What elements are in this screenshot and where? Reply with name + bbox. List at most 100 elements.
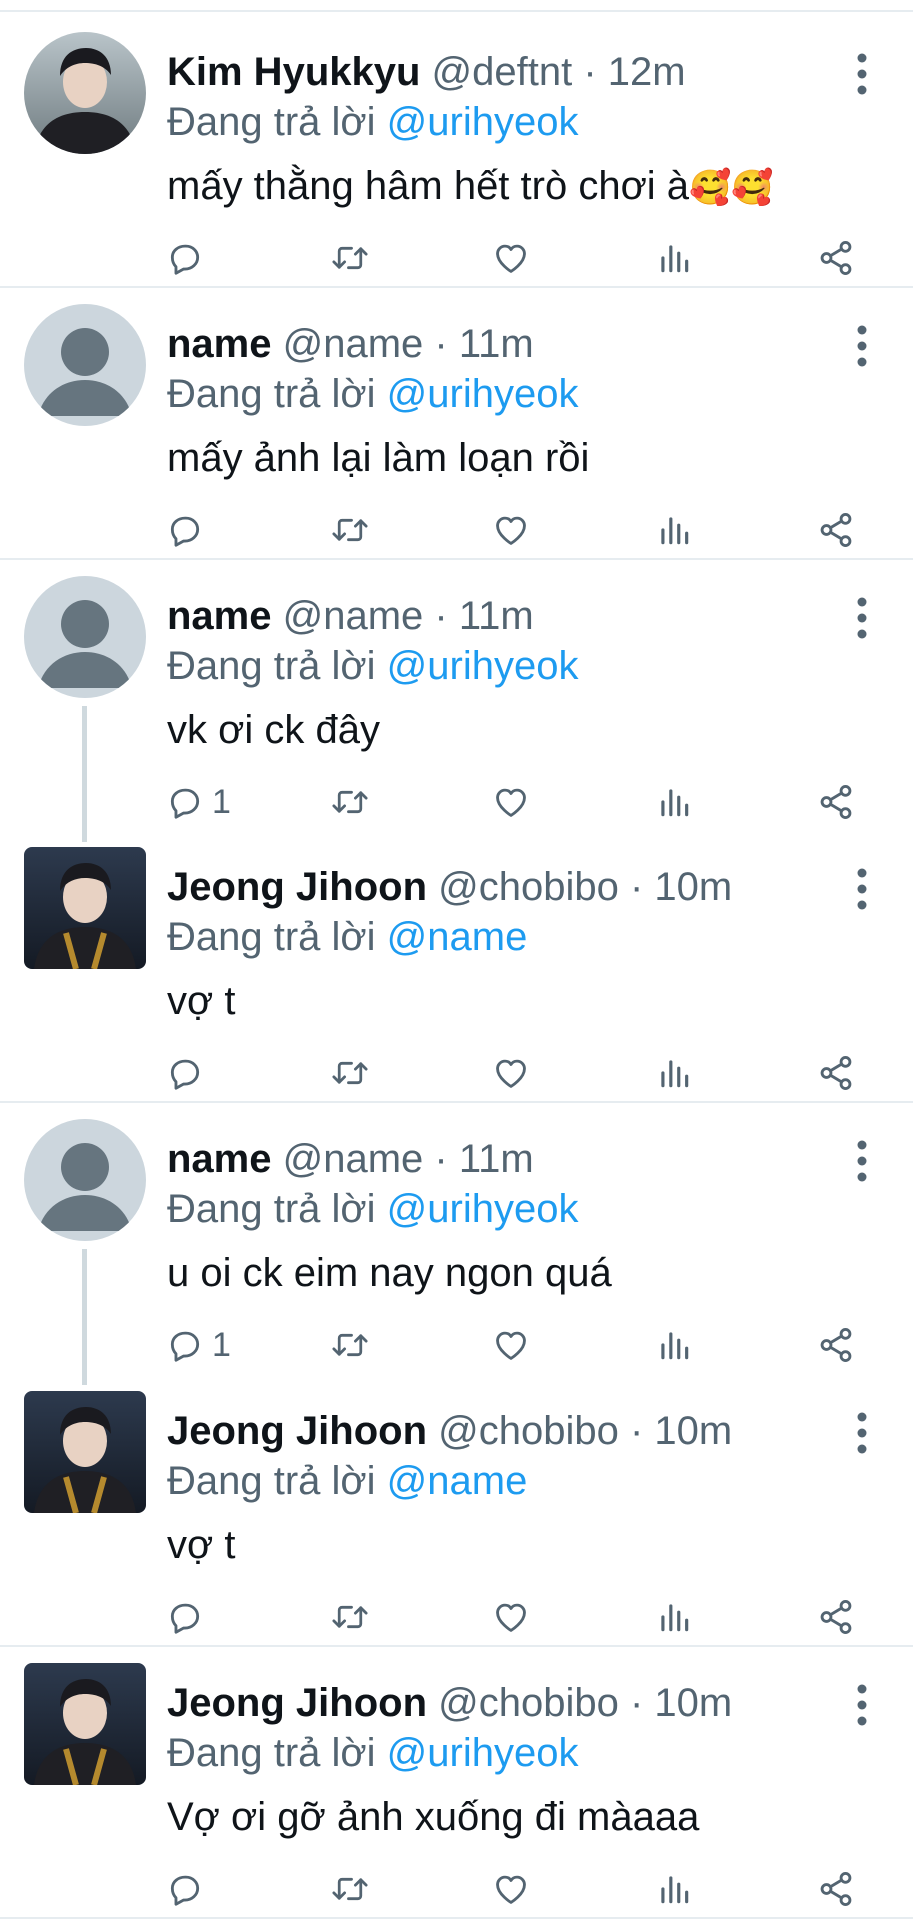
reply-button[interactable]: 1	[166, 1323, 231, 1367]
like-button[interactable]	[492, 1051, 530, 1095]
like-button[interactable]	[492, 1867, 530, 1911]
retweet-button[interactable]	[330, 1595, 370, 1639]
reply-mention-link[interactable]: @name	[387, 915, 528, 959]
timestamp[interactable]: 11m	[459, 594, 534, 638]
display-name[interactable]: name	[167, 594, 272, 638]
reply-mention-link[interactable]: @urihyeok	[387, 1731, 579, 1775]
tweet-1[interactable]: Kim Hyukkyu @deftnt · 12m Đang trả lời @…	[0, 12, 913, 283]
more-options-button[interactable]	[843, 1137, 881, 1185]
reply-button[interactable]: 1	[166, 780, 231, 824]
tweet-text-content: u oi ck eim nay ngon quá	[167, 1251, 612, 1295]
tweet-text: vk ơi ck đây	[167, 704, 380, 758]
display-name[interactable]: Jeong Jihoon	[167, 1409, 427, 1453]
share-icon	[820, 513, 852, 547]
user-handle[interactable]: @chobibo	[438, 1409, 619, 1453]
display-name[interactable]: Jeong Jihoon	[167, 865, 427, 909]
timestamp[interactable]: 10m	[654, 1681, 732, 1725]
profile-photo[interactable]	[24, 32, 146, 154]
timestamp[interactable]: 10m	[654, 1409, 732, 1453]
tweet-3[interactable]: name @name · 11m Đang trả lời @urihyeok …	[0, 556, 913, 842]
retweet-button[interactable]	[330, 508, 370, 552]
views-button[interactable]	[655, 1051, 693, 1095]
separator-dot: ·	[572, 50, 608, 94]
display-name[interactable]: Kim Hyukkyu	[167, 50, 420, 94]
timestamp[interactable]: 11m	[459, 1137, 534, 1181]
more-options-button[interactable]	[843, 1409, 881, 1457]
more-options-button[interactable]	[843, 865, 881, 913]
default-avatar[interactable]	[24, 576, 146, 698]
more-options-button[interactable]	[843, 50, 881, 98]
replying-to-label: Đang trả lời	[167, 915, 387, 959]
heart-icon	[496, 788, 526, 817]
like-button[interactable]	[492, 508, 530, 552]
views-button[interactable]	[655, 508, 693, 552]
user-handle[interactable]: @deftnt	[432, 50, 573, 94]
more-options-button[interactable]	[843, 1681, 881, 1729]
share-button[interactable]	[817, 1595, 855, 1639]
user-handle[interactable]: @chobibo	[438, 1681, 619, 1725]
profile-photo[interactable]	[24, 1663, 146, 1785]
display-name[interactable]: name	[167, 322, 272, 366]
reply-button[interactable]	[166, 1595, 212, 1639]
default-avatar[interactable]	[24, 304, 146, 426]
timestamp[interactable]: 12m	[608, 50, 686, 94]
share-button[interactable]	[817, 1323, 855, 1367]
like-button[interactable]	[492, 236, 530, 280]
profile-photo[interactable]	[24, 1391, 146, 1513]
tweet-actions: 1	[0, 780, 913, 824]
user-handle[interactable]: @chobibo	[438, 865, 619, 909]
reply-button[interactable]	[166, 1051, 212, 1095]
share-button[interactable]	[817, 1051, 855, 1095]
share-button[interactable]	[817, 508, 855, 552]
reply-button[interactable]	[166, 1867, 212, 1911]
more-options-button[interactable]	[843, 594, 881, 642]
tweet-4[interactable]: Jeong Jihoon @chobibo · 10m Đang trả lời…	[0, 827, 913, 1098]
views-button[interactable]	[655, 236, 693, 280]
timestamp[interactable]: 10m	[654, 865, 732, 909]
analytics-icon	[661, 1876, 689, 1904]
timestamp[interactable]: 11m	[459, 322, 534, 366]
user-handle[interactable]: @name	[283, 1137, 424, 1181]
reply-button[interactable]	[166, 508, 212, 552]
views-button[interactable]	[655, 780, 693, 824]
tweet-5[interactable]: name @name · 11m Đang trả lời @urihyeok …	[0, 1099, 913, 1385]
share-icon	[820, 241, 852, 275]
user-handle[interactable]: @name	[283, 594, 424, 638]
reply-mention-link[interactable]: @urihyeok	[387, 1187, 579, 1231]
default-avatar[interactable]	[24, 1119, 146, 1241]
reply-button[interactable]	[166, 236, 212, 280]
retweet-button[interactable]	[330, 1867, 370, 1911]
tweet-7[interactable]: Jeong Jihoon @chobibo · 10m Đang trả lời…	[0, 1643, 913, 1914]
reply-mention-link[interactable]: @urihyeok	[387, 100, 579, 144]
views-button[interactable]	[655, 1595, 693, 1639]
default-profile-icon	[24, 1119, 146, 1241]
replying-to-line: Đang trả lời @name	[167, 911, 527, 963]
more-options-button[interactable]	[843, 322, 881, 370]
views-button[interactable]	[655, 1323, 693, 1367]
heart-icon	[496, 1875, 526, 1904]
reply-mention-link[interactable]: @name	[387, 1459, 528, 1503]
share-button[interactable]	[817, 236, 855, 280]
tweet-6[interactable]: Jeong Jihoon @chobibo · 10m Đang trả lời…	[0, 1371, 913, 1642]
reply-icon	[170, 516, 200, 547]
retweet-button[interactable]	[330, 1323, 370, 1367]
retweet-button[interactable]	[330, 236, 370, 280]
tweet-2[interactable]: name @name · 11m Đang trả lời @urihyeok …	[0, 284, 913, 555]
like-button[interactable]	[492, 1323, 530, 1367]
display-name[interactable]: name	[167, 1137, 272, 1181]
reply-mention-link[interactable]: @urihyeok	[387, 372, 579, 416]
retweet-button[interactable]	[330, 780, 370, 824]
user-handle[interactable]: @name	[283, 322, 424, 366]
display-name[interactable]: Jeong Jihoon	[167, 1681, 427, 1725]
profile-photo[interactable]	[24, 847, 146, 969]
share-button[interactable]	[817, 780, 855, 824]
views-button[interactable]	[655, 1867, 693, 1911]
more-vertical-icon	[857, 325, 867, 367]
like-button[interactable]	[492, 1595, 530, 1639]
profile-photo-image	[24, 1391, 146, 1513]
share-button[interactable]	[817, 1867, 855, 1911]
retweet-button[interactable]	[330, 1051, 370, 1095]
heart-icon	[496, 516, 526, 545]
reply-mention-link[interactable]: @urihyeok	[387, 644, 579, 688]
like-button[interactable]	[492, 780, 530, 824]
